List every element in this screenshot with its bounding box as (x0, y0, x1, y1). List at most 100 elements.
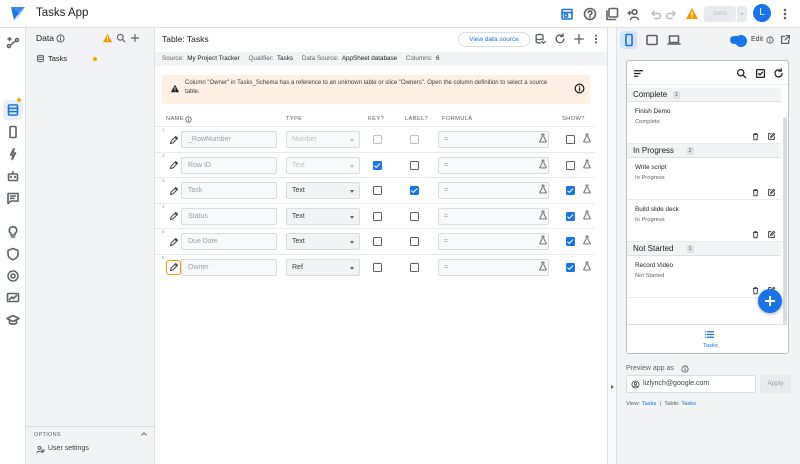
label-checkbox[interactable] (410, 160, 419, 170)
column-name-field[interactable]: Status (181, 207, 277, 225)
add-record-fab[interactable] (758, 289, 782, 313)
formula-test-icon[interactable] (538, 159, 548, 169)
info-icon[interactable] (185, 116, 192, 123)
delete-icon[interactable] (751, 230, 760, 239)
avatar[interactable]: L (753, 4, 771, 22)
open-in-new-icon[interactable] (780, 34, 791, 45)
formula-test-icon[interactable] (538, 133, 548, 143)
formula-test-icon[interactable] (538, 261, 548, 271)
redo-icon[interactable] (665, 7, 679, 21)
intelligence-bulb-icon[interactable] (6, 225, 20, 239)
learn-school-icon[interactable] (6, 313, 20, 327)
edit-column-button[interactable] (166, 259, 181, 275)
info-icon[interactable] (56, 34, 65, 43)
expand-arrow-icon[interactable] (611, 385, 614, 389)
add-column-icon[interactable] (573, 33, 585, 45)
chevron-up-icon[interactable] (140, 430, 148, 438)
group-header[interactable]: Complete 1 (627, 88, 781, 102)
info-icon[interactable] (574, 83, 585, 94)
formula-test-icon[interactable] (538, 184, 548, 194)
view-link[interactable]: Tasks (642, 401, 657, 407)
edit-column-button[interactable] (166, 234, 181, 249)
deck-card[interactable]: Finish Demo Complete (627, 102, 781, 144)
delete-icon[interactable] (751, 132, 760, 141)
column-type-select[interactable]: Text (286, 233, 360, 250)
panel-resize-handle[interactable] (607, 28, 617, 464)
formula-test-icon[interactable] (538, 210, 548, 220)
key-checkbox[interactable] (373, 262, 382, 272)
edit-column-button[interactable] (166, 132, 181, 147)
formula-field[interactable]: = (438, 182, 549, 199)
deck-card[interactable]: Write script In Progress (627, 158, 781, 200)
formula-test-icon[interactable] (538, 235, 548, 245)
edit-icon[interactable] (767, 188, 776, 197)
preview-email-field[interactable]: lizlynch@google.com (626, 375, 756, 393)
chat-icon[interactable] (6, 191, 20, 205)
show-checkbox[interactable] (566, 160, 575, 170)
label-checkbox[interactable] (410, 211, 419, 221)
group-header[interactable]: In Progress 2 (627, 144, 781, 158)
automation-robot-icon[interactable] (6, 169, 20, 183)
calendar-icon[interactable] (560, 7, 574, 21)
column-type-select[interactable]: Ref (286, 258, 360, 276)
search-icon[interactable] (116, 33, 126, 43)
show-formula-icon[interactable] (582, 184, 592, 194)
edit-mode-toggle[interactable] (730, 35, 747, 47)
show-checkbox[interactable] (566, 186, 575, 195)
show-checkbox[interactable] (566, 135, 575, 144)
security-shield-icon[interactable] (6, 247, 20, 261)
column-name-field[interactable]: Task (181, 182, 277, 199)
column-name-field[interactable]: Due Date (181, 233, 277, 250)
label-checkbox[interactable] (410, 237, 419, 246)
show-formula-icon[interactable] (582, 261, 592, 271)
data-icon[interactable] (6, 103, 20, 117)
key-checkbox[interactable] (373, 211, 382, 221)
formula-field[interactable]: = (438, 233, 549, 250)
more-vert-icon[interactable] (590, 33, 602, 45)
preview-scrollbar[interactable] (783, 117, 787, 349)
select-checkbox-icon[interactable] (755, 68, 766, 79)
edit-icon[interactable] (767, 230, 776, 239)
deck-card[interactable]: Build slide deck In Progress (627, 200, 781, 242)
column-type-select[interactable]: Text (286, 182, 360, 199)
show-checkbox[interactable] (566, 211, 575, 221)
key-checkbox[interactable] (373, 160, 382, 170)
formula-field[interactable]: = (438, 258, 549, 276)
formula-field[interactable]: = (438, 207, 549, 225)
deck-card[interactable]: Record Video Not Started (627, 256, 781, 298)
refresh-icon[interactable] (554, 33, 566, 45)
search-icon[interactable] (736, 68, 747, 79)
table-link[interactable]: Tasks (681, 401, 696, 407)
column-type-select[interactable]: Text (286, 207, 360, 225)
sort-icon[interactable] (633, 68, 644, 79)
show-formula-icon[interactable] (582, 235, 592, 245)
edit-column-button[interactable] (166, 209, 181, 224)
column-name-field[interactable]: _RowNumber (181, 131, 277, 148)
regenerate-schema-icon[interactable] (534, 33, 546, 45)
settings-gear-icon[interactable] (6, 269, 20, 283)
formula-field[interactable]: = (438, 131, 549, 148)
more-vert-icon[interactable] (778, 7, 792, 21)
copy-app-icon[interactable] (605, 7, 619, 21)
warning-icon[interactable] (685, 7, 699, 20)
show-formula-icon[interactable] (582, 133, 592, 143)
undo-icon[interactable] (648, 7, 662, 21)
label-checkbox[interactable] (410, 262, 419, 272)
column-name-field[interactable]: Row ID (181, 156, 277, 174)
show-checkbox[interactable] (566, 237, 575, 246)
monitor-icon[interactable] (6, 291, 20, 305)
key-checkbox[interactable] (373, 186, 382, 195)
warning-icon[interactable] (102, 33, 113, 43)
views-phone-icon[interactable] (6, 125, 20, 139)
show-formula-icon[interactable] (582, 159, 592, 169)
share-person-icon[interactable] (627, 7, 641, 21)
view-data-source-button[interactable]: View data source (458, 32, 530, 47)
edit-column-button[interactable] (166, 183, 181, 198)
add-table-icon[interactable] (130, 33, 140, 43)
edit-column-button[interactable] (166, 158, 181, 173)
info-icon[interactable] (681, 365, 689, 373)
formula-field[interactable]: = (438, 156, 549, 174)
column-name-field[interactable]: Owner (181, 258, 277, 276)
phone-device-icon[interactable] (622, 33, 636, 47)
delete-icon[interactable] (751, 188, 760, 197)
